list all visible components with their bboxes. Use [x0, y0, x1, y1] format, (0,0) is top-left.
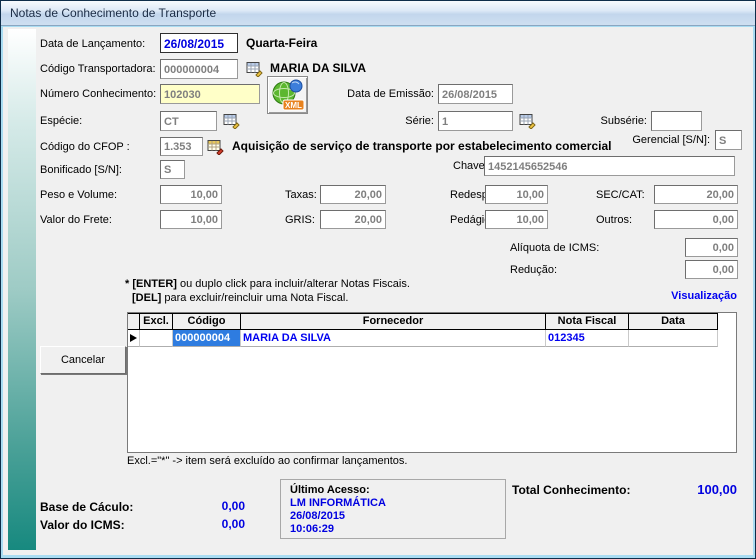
del-instruction: [DEL] para excluir/reincluir uma Nota Fi…	[132, 292, 348, 305]
gerencial-input[interactable]	[715, 130, 742, 150]
ultimo-acesso-company: LM INFORMÁTICA	[290, 497, 496, 510]
transportadora-lookup-icon[interactable]	[246, 60, 264, 77]
grid-header-fornecedor: Fornecedor	[241, 313, 546, 330]
aliquota-icms-input[interactable]	[685, 238, 738, 257]
valor-frete-input[interactable]	[160, 210, 222, 229]
serie-label: Série:	[330, 115, 434, 128]
ultimo-acesso-date: 26/08/2015	[290, 510, 496, 523]
redespacho-input[interactable]	[485, 185, 548, 204]
chave-label: Chave	[453, 160, 485, 173]
grid-cell-fornecedor[interactable]: MARIA DA SILVA	[241, 330, 546, 347]
especie-lookup-icon[interactable]	[223, 112, 241, 129]
codigo-transportadora-label: Código Transportadora:	[40, 63, 156, 76]
grid-header-indicator	[128, 313, 140, 330]
excl-note-label: Excl.="*" -> item será excluído ao confi…	[127, 455, 407, 468]
data-lancamento-input[interactable]	[160, 33, 238, 53]
current-row-indicator-icon	[130, 334, 137, 342]
serie-lookup-icon[interactable]	[519, 112, 537, 129]
grid-header-excl: Excl.	[140, 313, 173, 330]
window-title: Notas de Conhecimento de Transporte	[10, 6, 216, 20]
dialog-window: Notas de Conhecimento de Transporte Data…	[0, 0, 756, 559]
table-row[interactable]: 000000004 MARIA DA SILVA 012345	[128, 330, 736, 347]
gris-label: GRIS:	[285, 214, 315, 227]
base-calculo-label: Base de Cáculo:	[40, 501, 133, 514]
notas-fiscais-grid[interactable]: Excl. Código Fornecedor Nota Fiscal Data…	[127, 312, 737, 453]
peso-volume-input[interactable]	[160, 185, 222, 204]
numero-conhecimento-label: Número Conhecimento:	[40, 88, 156, 101]
codigo-cfop-label: Código do CFOP :	[40, 141, 130, 154]
valor-icms-label: Valor do ICMS:	[40, 519, 125, 532]
grid-cell-indicator	[128, 330, 140, 347]
gerencial-label: Gerencial [S/N]:	[610, 134, 710, 147]
gris-input[interactable]	[320, 210, 386, 229]
peso-volume-label: Peso e Volume:	[40, 189, 117, 202]
aliquota-icms-label: Alíquota de ICMS:	[510, 242, 599, 255]
base-calculo-value: 0,00	[145, 500, 245, 513]
grid-header-nota-fiscal: Nota Fiscal	[546, 313, 629, 330]
numero-conhecimento-input[interactable]	[160, 84, 260, 104]
total-conhecimento-value: 100,00	[633, 483, 737, 496]
ultimo-acesso-label: Último Acesso:	[290, 484, 496, 497]
reducao-label: Redução:	[510, 264, 557, 277]
cancelar-button[interactable]: Cancelar	[40, 346, 126, 374]
ultimo-acesso-time: 10:06:29	[290, 523, 496, 536]
xml-globe-button[interactable]: XML	[267, 76, 308, 114]
teal-gradient-sidebar	[8, 29, 36, 550]
grid-cell-excl[interactable]	[140, 330, 173, 347]
reducao-input[interactable]	[685, 260, 738, 279]
pedagio-input[interactable]	[485, 210, 548, 229]
codigo-cfop-input[interactable]	[160, 137, 203, 156]
dialog-client-area: Data de Lançamento: Quarta-Feira Código …	[3, 27, 753, 555]
bonificado-input[interactable]	[160, 160, 185, 179]
especie-input[interactable]	[160, 111, 217, 131]
grid-cell-codigo[interactable]: 000000004	[173, 330, 241, 347]
cfop-description-label: Aquisição de serviço de transporte por e…	[232, 140, 611, 153]
enter-key-label: * [ENTER]	[125, 278, 177, 290]
data-emissao-label: Data de Emissão:	[330, 88, 434, 101]
visualizacao-link[interactable]: Visualização	[637, 290, 737, 302]
cfop-lookup-icon[interactable]	[207, 138, 225, 155]
data-emissao-input[interactable]	[438, 84, 513, 104]
ultimo-acesso-panel: Último Acesso: LM INFORMÁTICA 26/08/2015…	[280, 479, 506, 539]
subserie-input[interactable]	[651, 111, 702, 131]
serie-input[interactable]	[438, 111, 513, 131]
data-lancamento-label: Data de Lançamento:	[40, 38, 145, 51]
sec-cat-input[interactable]	[654, 185, 738, 204]
taxas-label: Taxas:	[285, 189, 317, 202]
sec-cat-label: SEC/CAT:	[596, 189, 645, 202]
valor-icms-value: 0,00	[145, 518, 245, 531]
outros-input[interactable]	[654, 210, 738, 229]
xml-globe-icon: XML	[271, 79, 305, 111]
enter-instruction: * [ENTER] ou duplo click para incluir/al…	[125, 278, 410, 291]
del-key-label: [DEL]	[132, 292, 161, 304]
weekday-label: Quarta-Feira	[246, 37, 317, 50]
taxas-input[interactable]	[320, 185, 386, 204]
grid-header-data: Data	[629, 313, 718, 330]
grid-cell-nota-fiscal[interactable]: 012345	[546, 330, 629, 347]
valor-frete-label: Valor do Frete:	[40, 214, 112, 227]
svg-text:XML: XML	[285, 101, 302, 110]
title-bar: Notas de Conhecimento de Transporte	[1, 1, 755, 26]
total-conhecimento-label: Total Conhecimento:	[512, 484, 630, 497]
subserie-label: Subsérie:	[573, 115, 647, 128]
grid-header-row: Excl. Código Fornecedor Nota Fiscal Data	[128, 313, 736, 330]
bonificado-label: Bonificado [S/N]:	[40, 164, 122, 177]
codigo-transportadora-input[interactable]	[160, 59, 238, 79]
especie-label: Espécie:	[40, 115, 82, 128]
grid-header-codigo: Código	[173, 313, 241, 330]
transportadora-name-label: MARIA DA SILVA	[270, 62, 366, 75]
grid-cell-data[interactable]	[629, 330, 718, 347]
outros-label: Outros:	[596, 214, 632, 227]
chave-input[interactable]	[484, 156, 735, 176]
